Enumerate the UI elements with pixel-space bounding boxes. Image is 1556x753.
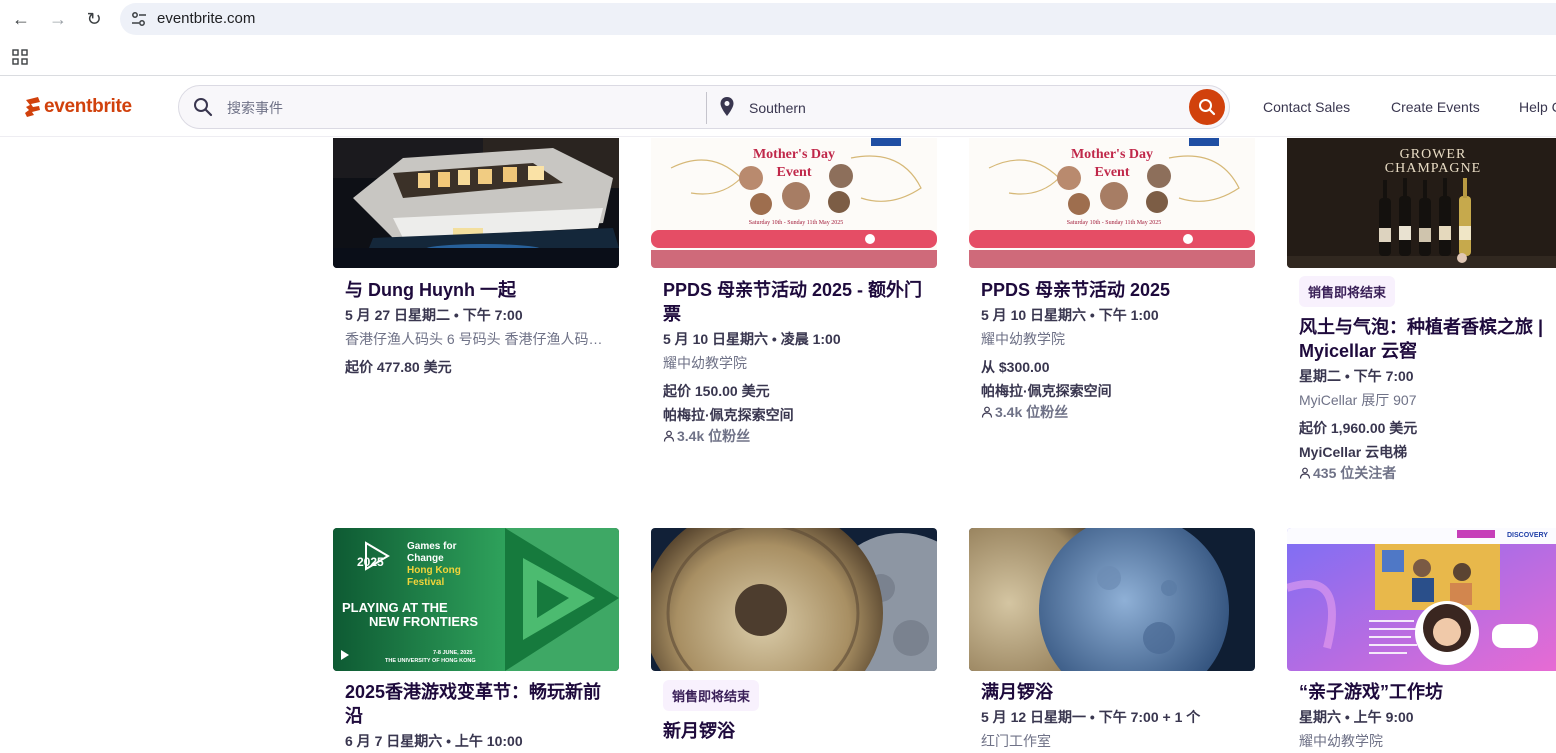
help-center-link[interactable]: Help C — [1519, 99, 1556, 115]
browser-toolbar: ← → ↻ eventbrite.com — [0, 0, 1556, 38]
event-price: 从 $300.00 — [981, 359, 1050, 375]
event-image-mothers-day[interactable]: Mother's Day Event Saturday 10th - Sunda… — [969, 138, 1255, 268]
search-divider — [706, 92, 707, 124]
event-price: 起价 477.80 美元 — [345, 359, 452, 375]
event-image-yacht[interactable] — [333, 138, 619, 268]
event-venue: MyiCellar 展厅 907 — [1299, 392, 1417, 408]
event-image-new-moon-gong[interactable] — [651, 528, 937, 671]
person-icon — [663, 430, 675, 442]
back-arrow-icon[interactable]: ← — [10, 8, 32, 30]
event-image-mothers-day[interactable]: Mother's Day Event Saturday 10th - Sunda… — [651, 138, 937, 268]
forward-arrow-icon[interactable]: → — [47, 8, 69, 30]
image-brand-line1: Games for — [407, 541, 457, 552]
bookmarks-bar — [0, 38, 1556, 76]
event-price: 起价 1,960.00 美元 — [1299, 420, 1418, 436]
event-venue: 耀中幼教学院 — [981, 331, 1065, 347]
event-date: 星期二 • 下午 7:00 — [1299, 368, 1414, 384]
search-submit-icon — [1199, 99, 1216, 116]
eventbrite-logo-mark-icon — [25, 97, 40, 117]
event-organizer[interactable]: MyiCellar 云电梯 — [1299, 441, 1556, 463]
event-venue: 耀中幼教学院 — [1299, 733, 1383, 749]
image-event-dates: 7-8 JUNE, 2025 — [433, 650, 472, 656]
event-date: 5 月 10 日星期六 • 下午 1:00 — [981, 307, 1159, 323]
event-date: 5 月 27 日星期二 • 下午 7:00 — [345, 307, 523, 323]
event-title[interactable]: 2025香港游戏变革节：畅玩新前沿 — [345, 680, 615, 728]
image-tagline-line2: NEW FRONTIERS — [369, 614, 478, 629]
url-text[interactable]: eventbrite.com — [157, 10, 255, 27]
event-title[interactable]: “亲子游戏”工作坊 — [1299, 680, 1556, 704]
address-bar[interactable]: eventbrite.com — [120, 3, 1556, 35]
image-title-line1: GROWER — [1400, 147, 1467, 162]
image-tagline-line1: PLAYING AT THE — [342, 600, 448, 615]
location-pin-icon — [720, 97, 734, 116]
contact-sales-link[interactable]: Contact Sales — [1263, 99, 1350, 115]
followers-count: 435 位关注者 — [1313, 465, 1397, 481]
sales-ending-badge: 销售即将结束 — [1299, 276, 1396, 307]
search-input[interactable] — [227, 98, 667, 118]
event-title[interactable]: 与 Dung Huynh 一起 — [345, 278, 615, 302]
event-title[interactable]: 满月锣浴 — [981, 680, 1251, 704]
event-followers: 435 位关注者 — [1299, 463, 1556, 483]
image-year: 2025 — [357, 555, 384, 569]
image-brand-line3: Hong Kong — [407, 565, 461, 576]
event-organizer[interactable]: 帕梅拉·佩克探索空间 — [663, 404, 933, 426]
event-followers: 3.4k 位粉丝 — [663, 426, 933, 446]
person-icon — [1299, 467, 1311, 479]
search-icon — [194, 98, 213, 117]
event-date: 5 月 12 日星期一 • 下午 7:00 + 1 个 — [981, 709, 1201, 725]
apps-grid-icon[interactable] — [12, 49, 28, 65]
image-title-line1: Mother's Day — [753, 147, 835, 162]
logo-text: eventbrite — [44, 96, 132, 117]
event-venue: 红门工作室 — [981, 733, 1051, 749]
sales-ending-badge: 销售即将结束 — [663, 680, 760, 711]
event-organizer[interactable]: 帕梅拉·佩克探索空间 — [981, 380, 1251, 402]
person-icon — [981, 406, 993, 418]
search-bar — [178, 85, 1230, 129]
image-title-line2: Event — [777, 165, 812, 180]
image-dates-text: Saturday 10th - Sunday 11th May 2025 — [749, 220, 843, 226]
event-price: 起价 150.00 美元 — [663, 383, 770, 399]
event-title[interactable]: PPDS 母亲节活动 2025 — [981, 278, 1251, 302]
event-title[interactable]: 新月锣浴 — [663, 719, 933, 743]
event-image-full-moon-gong[interactable] — [969, 528, 1255, 671]
image-venue: THE UNIVERSITY OF HONG KONG — [385, 658, 476, 664]
search-submit-button[interactable] — [1189, 89, 1225, 125]
event-venue: 香港仔渔人码头 6 号码头 香港仔渔人码头… — [345, 331, 615, 347]
image-dates-text: Saturday 10th - Sunday 11th May 2025 — [1067, 220, 1161, 226]
location-input[interactable] — [749, 98, 1149, 118]
site-header: eventbrite Contact Sales Create Events H… — [0, 77, 1556, 137]
image-title-line2: CHAMPAGNE — [1385, 161, 1481, 176]
event-image-champagne[interactable]: GROWER CHAMPAGNE — [1287, 138, 1556, 268]
image-title-line1: Mother's Day — [1071, 147, 1153, 162]
create-events-link[interactable]: Create Events — [1391, 99, 1480, 115]
image-brand-line2: Change — [407, 553, 444, 564]
event-image-play-workshop[interactable]: DISCOVERY — [1287, 528, 1556, 671]
reload-icon[interactable]: ↻ — [83, 8, 105, 30]
event-date: 6 月 7 日星期六 • 上午 10:00 — [345, 733, 523, 749]
event-title[interactable]: PPDS 母亲节活动 2025 - 额外门票 — [663, 278, 933, 326]
followers-count: 3.4k 位粉丝 — [677, 428, 751, 444]
image-brand-line4: Festival — [407, 577, 444, 588]
image-title-line2: Event — [1095, 165, 1130, 180]
eventbrite-logo[interactable]: eventbrite — [24, 95, 132, 119]
event-date: 5 月 10 日星期六 • 凌晨 1:00 — [663, 331, 841, 347]
event-image-games-for-change[interactable]: 2025 Games for Change Hong Kong Festival… — [333, 528, 619, 671]
image-brand: DISCOVERY — [1507, 532, 1548, 539]
event-date: 星期六 • 上午 9:00 — [1299, 709, 1414, 725]
followers-count: 3.4k 位粉丝 — [995, 404, 1069, 420]
site-settings-icon[interactable] — [130, 10, 148, 28]
event-title[interactable]: 风土与气泡：种植者香槟之旅 | Myicellar 云窖 — [1299, 315, 1549, 363]
event-venue: 耀中幼教学院 — [663, 355, 747, 371]
event-followers: 3.4k 位粉丝 — [981, 402, 1251, 422]
